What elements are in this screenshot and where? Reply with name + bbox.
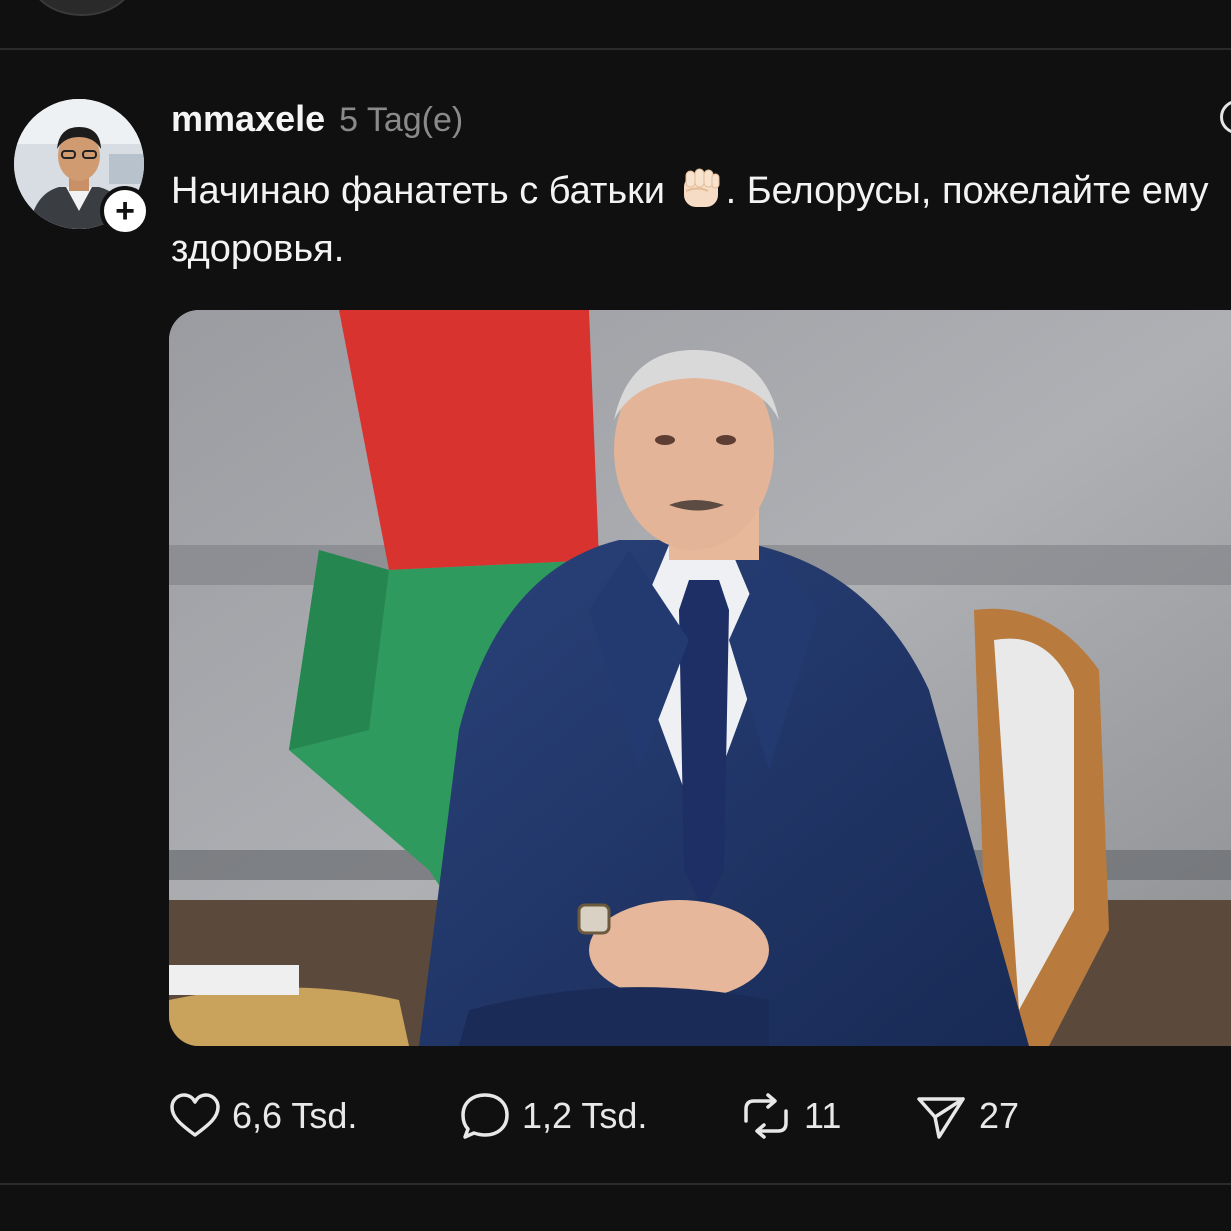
post-text-part1: Начинаю фанатеть с батьки <box>171 170 676 212</box>
post-divider-top <box>0 48 1231 50</box>
username[interactable]: mmaxele <box>171 98 325 140</box>
repost-count: 11 <box>804 1095 842 1136</box>
post-text: Начинаю фанатеть с батьки . Белорусы, по… <box>171 162 1221 278</box>
like-count: 6,6 Tsd. <box>232 1095 358 1136</box>
repost-icon <box>744 1093 788 1139</box>
previous-post-avatar[interactable] <box>30 0 134 16</box>
previous-post-remnant <box>0 0 1231 48</box>
timestamp: 5 Tag(e) <box>339 101 464 139</box>
post-header: mmaxele 5 Tag(e) <box>171 98 463 142</box>
reply-button[interactable]: 1,2 Tsd. <box>458 1088 647 1144</box>
feed-screen: + mmaxele 5 Tag(e) Начинаю фанатеть с ба… <box>0 0 1231 1231</box>
more-options-icon[interactable] <box>1220 100 1231 134</box>
post-image[interactable] <box>169 310 1231 1046</box>
reply-count: 1,2 Tsd. <box>522 1095 648 1136</box>
like-button[interactable]: 6,6 Tsd. <box>168 1088 357 1144</box>
paper-plane-icon <box>917 1097 965 1139</box>
repost-button[interactable]: 11 <box>738 1088 841 1144</box>
follow-button[interactable]: + <box>100 186 150 236</box>
raised-fist-icon <box>676 165 726 211</box>
post-divider-bottom <box>0 1183 1231 1185</box>
heart-icon <box>170 1093 220 1137</box>
post-photo <box>169 310 1231 1046</box>
share-button[interactable]: 27 <box>913 1088 1019 1144</box>
speech-bubble-icon <box>461 1093 509 1139</box>
share-count: 27 <box>979 1095 1020 1136</box>
